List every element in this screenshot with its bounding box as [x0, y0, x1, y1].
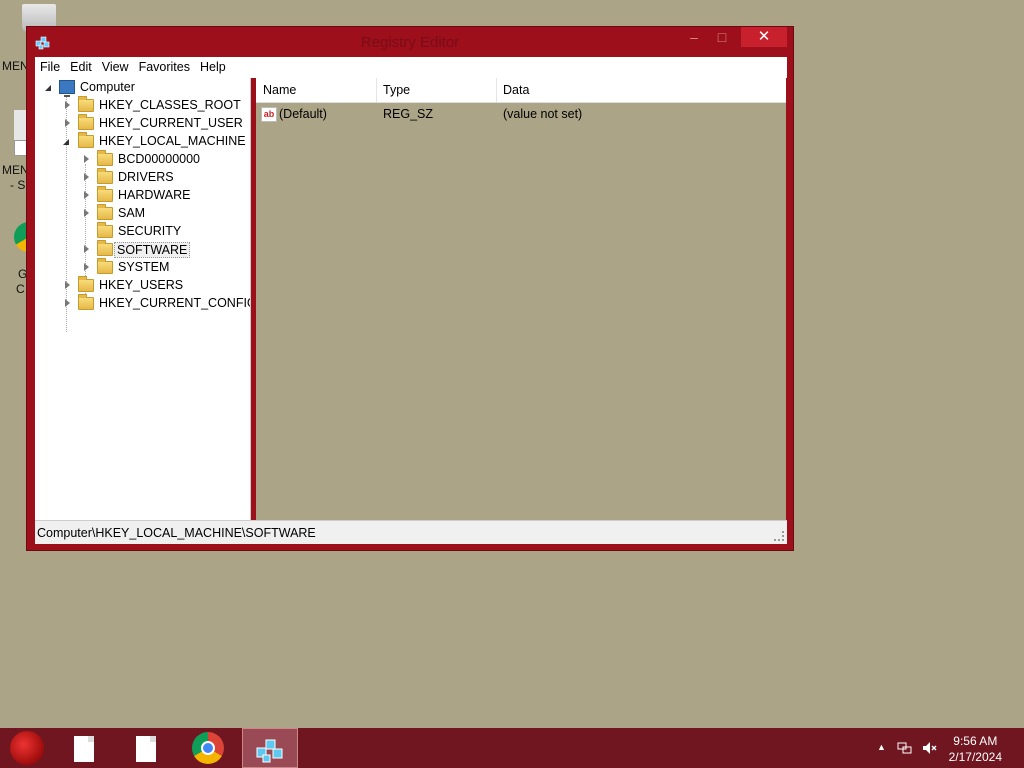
tree-label-selected: SOFTWARE — [114, 242, 191, 258]
expand-arrow-icon[interactable] — [84, 173, 89, 181]
menu-help[interactable]: Help — [195, 57, 231, 74]
folder-open-icon — [78, 132, 94, 148]
taskbar: ▲ 9:56 AM 2/17/2024 — [0, 728, 1024, 768]
tree-label: SYSTEM — [118, 260, 170, 274]
menu-bar: File Edit View Favorites Help — [35, 57, 787, 78]
folder-icon — [97, 204, 113, 220]
value-row[interactable]: ab (Default) REG_SZ (value not set) — [256, 106, 786, 124]
desktop-icon-label: MEN — [2, 163, 29, 177]
folder-icon — [78, 114, 94, 130]
collapse-arrow-icon[interactable] — [63, 139, 69, 145]
computer-icon — [59, 80, 75, 97]
minimize-button[interactable]: – — [681, 27, 707, 47]
column-divider[interactable] — [376, 78, 377, 102]
registry-editor-window: Registry Editor – □ ✕ File Edit View Favori… — [26, 26, 794, 551]
show-hidden-icons-icon[interactable]: ▲ — [877, 742, 886, 752]
menu-view[interactable]: View — [97, 57, 134, 74]
maximize-button[interactable]: □ — [709, 27, 735, 47]
tree-guide-line — [66, 92, 67, 332]
menu-favorites[interactable]: Favorites — [134, 57, 195, 74]
close-button[interactable]: ✕ — [741, 27, 787, 47]
folder-icon — [97, 240, 113, 256]
resize-grip-icon[interactable] — [774, 531, 784, 541]
taskbar-app-document-2[interactable] — [118, 728, 174, 768]
tree-label: HKEY_CLASSES_ROOT — [99, 98, 241, 112]
document-icon — [136, 736, 156, 762]
expand-arrow-icon[interactable] — [84, 155, 89, 163]
expand-arrow-icon[interactable] — [84, 245, 89, 253]
value-name: (Default) — [279, 107, 327, 121]
window-title: Registry Editor — [360, 34, 460, 51]
folder-icon — [97, 222, 113, 238]
column-divider[interactable] — [496, 78, 497, 102]
menu-edit[interactable]: Edit — [65, 57, 97, 74]
collapse-arrow-icon[interactable] — [45, 85, 51, 91]
desktop-icon-label: - S — [10, 178, 26, 192]
desktop-icon-label: C — [16, 282, 25, 296]
folder-icon — [97, 168, 113, 184]
clock-time: 9:56 AM — [953, 734, 998, 748]
registry-tree[interactable]: Computer HKEY_CLASSES_ROOT HKEY_CURRENT_… — [35, 78, 251, 520]
expand-arrow-icon[interactable] — [84, 191, 89, 199]
clock[interactable]: 9:56 AM 2/17/2024 — [949, 733, 1002, 765]
column-type[interactable]: Type — [383, 83, 410, 97]
taskbar-app-regedit[interactable] — [242, 728, 298, 768]
string-value-icon: ab — [261, 107, 277, 122]
expand-arrow-icon[interactable] — [65, 101, 70, 109]
regedit-icon — [256, 739, 283, 763]
tree-label: SECURITY — [118, 224, 182, 238]
tree-label: HKEY_LOCAL_MACHINE — [99, 134, 246, 148]
taskbar-app-chrome[interactable] — [180, 728, 236, 768]
folder-icon — [78, 294, 94, 310]
values-list[interactable]: Name Type Data ab (Default) REG_SZ (valu… — [256, 78, 786, 520]
column-name[interactable]: Name — [263, 83, 296, 97]
value-type: REG_SZ — [383, 107, 434, 121]
column-header: Name Type Data — [256, 78, 786, 103]
expand-arrow-icon[interactable] — [65, 281, 70, 289]
folder-icon — [97, 150, 113, 166]
expand-arrow-icon[interactable] — [84, 209, 89, 217]
value-data: (value not set) — [503, 107, 583, 121]
tree-label: BCD00000000 — [118, 152, 201, 166]
tree-label: HKEY_CURRENT_USER — [99, 116, 243, 130]
folder-icon — [97, 258, 113, 274]
expand-arrow-icon[interactable] — [84, 263, 89, 271]
tree-label: Computer — [80, 80, 135, 94]
status-path: Computer\HKEY_LOCAL_MACHINE\SOFTWARE — [37, 526, 316, 540]
tree-label: DRIVERS — [118, 170, 174, 184]
start-button[interactable] — [10, 731, 44, 765]
expand-arrow-icon[interactable] — [65, 299, 70, 307]
title-bar[interactable]: Registry Editor – □ ✕ — [27, 27, 793, 57]
tree-label: SAM — [118, 206, 146, 220]
column-data[interactable]: Data — [503, 83, 529, 97]
folder-icon — [78, 96, 94, 112]
folder-icon — [97, 186, 113, 202]
clock-date: 2/17/2024 — [948, 750, 1002, 764]
volume-muted-icon[interactable] — [921, 740, 937, 756]
tree-label: HARDWARE — [118, 188, 191, 202]
expand-arrow-icon[interactable] — [65, 119, 70, 127]
taskbar-app-document[interactable] — [56, 728, 112, 768]
tree-label: HKEY_USERS — [99, 278, 184, 292]
folder-icon — [78, 276, 94, 292]
chrome-icon — [192, 732, 224, 764]
menu-file[interactable]: File — [35, 57, 65, 74]
document-icon — [74, 736, 94, 762]
status-bar: Computer\HKEY_LOCAL_MACHINE\SOFTWARE — [35, 520, 787, 544]
desktop-icon-label: MEN — [2, 59, 29, 73]
tree-label: HKEY_CURRENT_CONFIG — [99, 296, 251, 310]
network-icon[interactable] — [897, 740, 913, 756]
